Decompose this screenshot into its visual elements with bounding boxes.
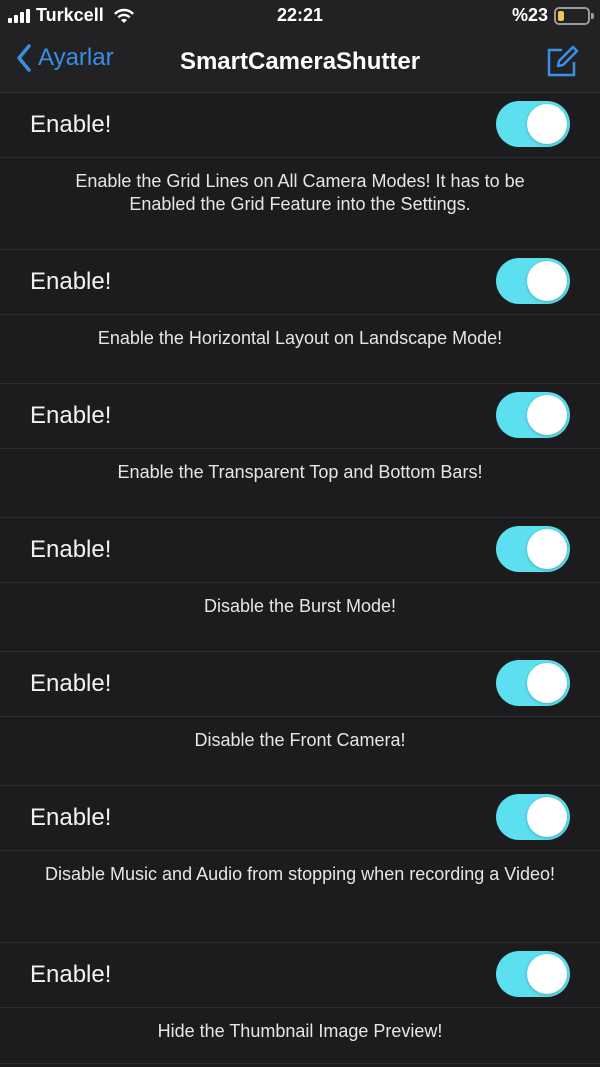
setting-description: Enable the Transparent Top and Bottom Ba… [0, 449, 600, 518]
status-right: %23 [511, 5, 594, 26]
compose-button[interactable] [544, 44, 580, 85]
setting-row: Enable! [0, 652, 600, 717]
battery-level [558, 10, 565, 21]
setting-row: Enable! [0, 786, 600, 851]
setting-label: Enable! [30, 402, 112, 429]
toggle-knob [527, 104, 567, 144]
enable-toggle[interactable] [496, 526, 570, 572]
setting-label: Enable! [30, 536, 112, 563]
settings-list: Enable! Enable the Grid Lines on All Came… [0, 93, 600, 1064]
setting-label: Enable! [30, 268, 112, 295]
setting-label: Enable! [30, 961, 112, 988]
status-bar: Turkcell 22:21 %23 [0, 0, 600, 34]
enable-toggle[interactable] [496, 660, 570, 706]
toggle-knob [527, 261, 567, 301]
setting-description: Enable the Horizontal Layout on Landscap… [0, 315, 600, 384]
setting-description: Hide the Thumbnail Image Preview! [0, 1008, 600, 1064]
enable-toggle[interactable] [496, 392, 570, 438]
toggle-knob [527, 954, 567, 994]
navigation-bar: Ayarlar SmartCameraShutter [0, 34, 600, 93]
enable-toggle[interactable] [496, 794, 570, 840]
battery-percent: %23 [511, 5, 548, 25]
setting-row: Enable! [0, 250, 600, 315]
page-title: SmartCameraShutter [179, 48, 421, 75]
toggle-knob [527, 395, 567, 435]
setting-description: Enable the Grid Lines on All Camera Mode… [0, 158, 600, 250]
setting-description: Disable the Burst Mode! [0, 583, 600, 652]
compose-icon [547, 45, 579, 77]
setting-label: Enable! [30, 670, 112, 697]
enable-toggle[interactable] [496, 101, 570, 147]
setting-row: Enable! [0, 518, 600, 583]
battery-icon [554, 6, 594, 25]
setting-row: Enable! [0, 93, 600, 158]
enable-toggle[interactable] [496, 258, 570, 304]
setting-label: Enable! [30, 804, 112, 831]
setting-row: Enable! [0, 384, 600, 449]
setting-description: Disable Music and Audio from stopping wh… [0, 851, 600, 943]
setting-label: Enable! [30, 111, 112, 138]
setting-description: Disable the Front Camera! [0, 717, 600, 786]
toggle-knob [527, 529, 567, 569]
setting-row: Enable! [0, 943, 600, 1008]
status-time: 22:21 [276, 5, 324, 25]
toggle-knob [527, 797, 567, 837]
enable-toggle[interactable] [496, 951, 570, 997]
toggle-knob [527, 663, 567, 703]
